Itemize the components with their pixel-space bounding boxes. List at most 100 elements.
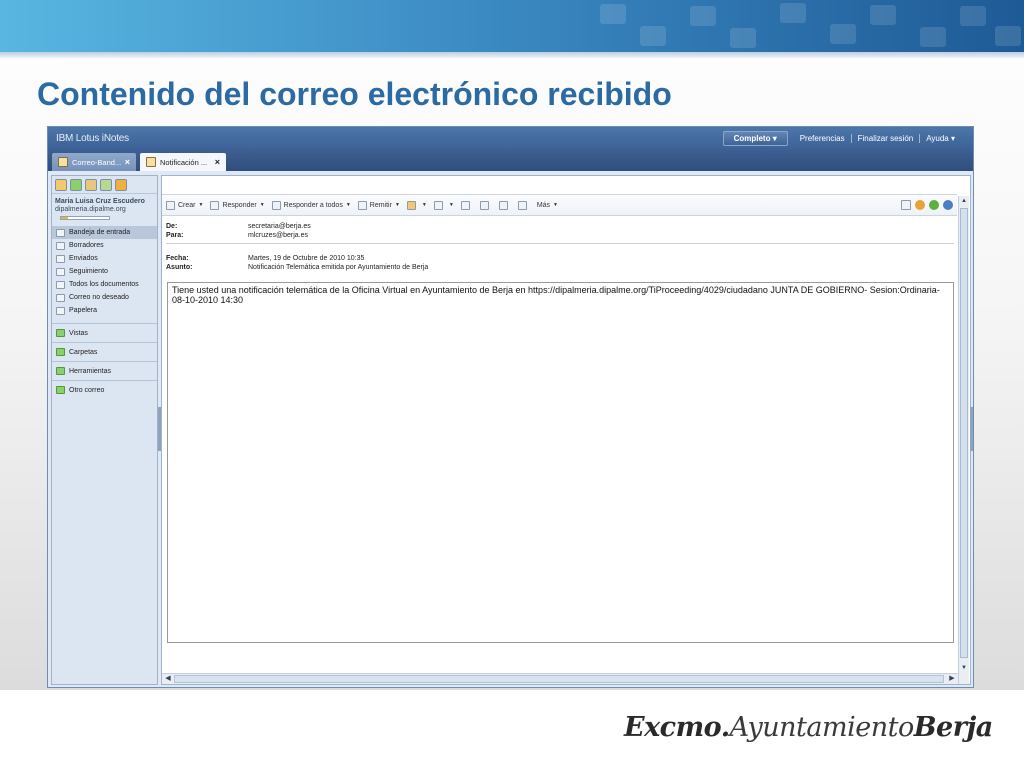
expand-icon bbox=[56, 329, 65, 337]
view-button[interactable] bbox=[460, 200, 473, 210]
scrollbar-thumb[interactable] bbox=[960, 208, 968, 658]
folder-junk[interactable]: Correo no deseado bbox=[52, 291, 157, 304]
sent-icon bbox=[56, 254, 65, 263]
to-label: Para: bbox=[166, 232, 184, 239]
toolbar-label: Más bbox=[536, 201, 551, 209]
chevron-down-icon: ▼ bbox=[345, 202, 351, 208]
help-icon[interactable] bbox=[943, 200, 953, 210]
subject-value: Notificación Telemática emitida por Ayun… bbox=[248, 264, 429, 271]
toolbar-label: Responder a todos bbox=[283, 201, 343, 209]
tab-label: Notificación ... bbox=[160, 157, 208, 167]
date-label: Fecha: bbox=[166, 255, 189, 262]
section-folders[interactable]: Carpetas bbox=[52, 342, 157, 361]
view-icon bbox=[460, 200, 470, 210]
banner-divider bbox=[0, 52, 1024, 58]
folder-all-documents[interactable]: Todos los documentos bbox=[52, 278, 157, 291]
logout-link[interactable]: Finalizar sesión bbox=[850, 134, 920, 143]
mode-dropdown-button[interactable]: Completo ▾ bbox=[722, 131, 788, 146]
help-link[interactable]: Ayuda ▾ bbox=[919, 134, 961, 143]
new-icon bbox=[166, 200, 175, 210]
folder-followup[interactable]: Seguimiento bbox=[52, 265, 157, 278]
message-header: De: secretaria@berja.es Para: mlcruzes@ber… bbox=[166, 222, 954, 272]
app-header: IBM Lotus iNotes Completo ▾ Preferencias… bbox=[48, 127, 973, 151]
trash-icon bbox=[56, 306, 65, 315]
chevron-down-icon: ▼ bbox=[198, 202, 204, 208]
toolbar-label: Crear bbox=[178, 201, 196, 209]
app-brand: IBM Lotus iNotes bbox=[56, 133, 129, 144]
message-view: Crear ▼ Responder ▼ Responder a todos ▼ Rem… bbox=[161, 175, 971, 685]
flag-icon bbox=[433, 200, 443, 210]
page-icon[interactable] bbox=[901, 200, 911, 210]
folder-label: Borradores bbox=[69, 242, 104, 249]
header-links: Completo ▾ Preferencias Finalizar sesión… bbox=[722, 131, 961, 146]
notebook-icon[interactable] bbox=[115, 178, 127, 191]
close-tab-icon[interactable]: × bbox=[125, 157, 130, 167]
folder-drafts[interactable]: Borradores bbox=[52, 239, 157, 252]
drafts-icon bbox=[56, 241, 65, 250]
scroll-up-icon[interactable]: ▲ bbox=[960, 197, 968, 205]
vertical-scrollbar[interactable]: ▲ ▼ bbox=[958, 196, 969, 684]
arrow-down-icon[interactable] bbox=[929, 200, 939, 210]
reply-button[interactable]: Responder ▼ bbox=[210, 200, 265, 210]
edit-icon bbox=[479, 200, 489, 210]
delete-button[interactable] bbox=[517, 200, 530, 210]
scrollbar-thumb[interactable] bbox=[174, 675, 944, 683]
new-button[interactable]: Crear ▼ bbox=[166, 200, 204, 210]
folder-trash[interactable]: Papelera bbox=[52, 304, 157, 317]
contacts-icon[interactable] bbox=[85, 178, 97, 191]
panel-collapse-handle[interactable] bbox=[970, 407, 973, 451]
tab-notification[interactable]: Notificación ... × bbox=[140, 153, 226, 171]
mail-icon bbox=[58, 157, 68, 167]
logo-part: Ayuntamiento bbox=[729, 712, 915, 743]
folder-label: Todos los documentos bbox=[69, 281, 139, 288]
edit-button[interactable] bbox=[479, 200, 492, 210]
more-button[interactable]: Más ▼ bbox=[537, 202, 558, 209]
presentation-slide: Contenido del correo electrónico recibid… bbox=[0, 0, 1024, 768]
forward-button[interactable]: Remitir ▼ bbox=[357, 200, 400, 210]
chevron-down-icon: ▼ bbox=[394, 202, 400, 208]
folder-button[interactable]: ▼ bbox=[406, 200, 427, 210]
scroll-right-icon[interactable]: ▶ bbox=[947, 674, 957, 684]
slide-header-banner bbox=[0, 0, 1024, 52]
expand-icon bbox=[56, 367, 65, 375]
reply-all-icon bbox=[271, 200, 281, 210]
folder-sent[interactable]: Enviados bbox=[52, 252, 157, 265]
print-button[interactable] bbox=[498, 200, 511, 210]
expand-icon bbox=[56, 348, 65, 356]
mail-icon[interactable] bbox=[55, 178, 67, 191]
forward-icon bbox=[357, 200, 367, 210]
from-label: De: bbox=[166, 223, 178, 230]
chevron-down-icon: ▼ bbox=[448, 202, 454, 208]
section-label: Vistas bbox=[69, 329, 88, 337]
message-body[interactable]: Tiene usted una notificación telemática … bbox=[167, 282, 954, 643]
inotes-window: IBM Lotus iNotes Completo ▾ Preferencias… bbox=[47, 126, 974, 688]
calendar-icon[interactable] bbox=[70, 178, 82, 191]
preferences-link[interactable]: Preferencias bbox=[794, 134, 851, 143]
to-value: mlcruzes@berja.es bbox=[248, 232, 309, 239]
todo-icon[interactable] bbox=[100, 178, 112, 191]
section-views[interactable]: Vistas bbox=[52, 323, 157, 342]
flag-button[interactable]: ▼ bbox=[433, 200, 454, 210]
sidebar: Maria Luisa Cruz Escudero dipalmeria.dip… bbox=[51, 175, 158, 685]
sidebar-toolbar bbox=[52, 176, 157, 194]
chevron-down-icon: ▼ bbox=[259, 202, 265, 208]
documents-icon bbox=[56, 280, 65, 289]
close-tab-icon[interactable]: × bbox=[215, 157, 220, 167]
section-other-mail[interactable]: Otro correo bbox=[52, 380, 157, 399]
scroll-down-icon[interactable]: ▼ bbox=[960, 664, 968, 672]
message-toolbar: Crear ▼ Responder ▼ Responder a todos ▼ Rem… bbox=[162, 194, 957, 216]
reply-icon bbox=[210, 200, 220, 210]
flag-icon bbox=[56, 267, 65, 276]
folder-inbox[interactable]: Bandeja de entrada bbox=[52, 226, 157, 239]
reply-all-button[interactable]: Responder a todos ▼ bbox=[271, 200, 351, 210]
print-icon bbox=[498, 200, 508, 210]
subject-label: Asunto: bbox=[166, 264, 193, 271]
folder-label: Bandeja de entrada bbox=[69, 229, 131, 236]
quota-fill bbox=[61, 217, 69, 219]
to-row: Para: mlcruzes@berja.es bbox=[166, 231, 954, 240]
arrow-up-icon[interactable] bbox=[915, 200, 925, 210]
section-tools[interactable]: Herramientas bbox=[52, 361, 157, 380]
scroll-left-icon[interactable]: ◀ bbox=[163, 674, 173, 684]
tab-inbox[interactable]: Correo-Band... × bbox=[52, 153, 136, 171]
horizontal-scrollbar[interactable]: ◀ ▶ bbox=[162, 673, 958, 684]
